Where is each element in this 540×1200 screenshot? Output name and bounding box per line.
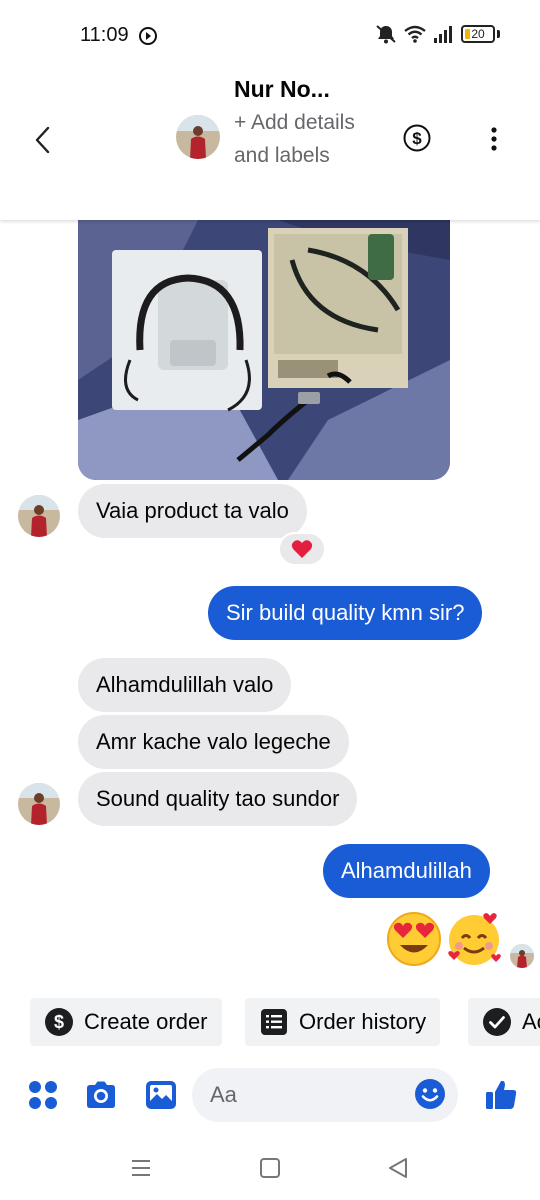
message-text: Sound quality tao sundor: [96, 786, 340, 811]
heart-reaction[interactable]: [278, 532, 326, 566]
home-icon[interactable]: [257, 1156, 283, 1180]
message-bubble-incoming[interactable]: Amr kache valo legeche: [78, 715, 349, 769]
status-time: 11:09: [80, 24, 129, 46]
system-navigation-bar: [0, 1140, 540, 1200]
more-vertical-icon[interactable]: [484, 126, 504, 152]
order-history-button[interactable]: Order history: [245, 998, 441, 1046]
battery-level: 20: [471, 27, 485, 41]
message-text: Vaia product ta valo: [96, 498, 289, 523]
message-bubble-incoming[interactable]: Vaia product ta valo: [78, 484, 307, 538]
thumbs-up-icon[interactable]: [484, 1078, 518, 1112]
more-action-button[interactable]: Ac: [468, 998, 540, 1046]
sender-avatar[interactable]: [18, 783, 60, 825]
message-composer: [0, 1062, 540, 1128]
gallery-icon[interactable]: [144, 1078, 178, 1112]
camera-icon[interactable]: [84, 1078, 118, 1112]
contact-avatar[interactable]: [176, 115, 220, 159]
emoji-icon[interactable]: [414, 1078, 446, 1110]
more-action-label: Ac: [522, 1009, 540, 1034]
heart-icon: [291, 540, 313, 558]
recent-apps-icon[interactable]: [128, 1156, 154, 1180]
smiling-face-with-hearts-emoji[interactable]: [444, 908, 504, 968]
status-bar: 11:09 20: [0, 0, 540, 70]
receipt-icon: [261, 1009, 287, 1035]
dollar-circle-icon[interactable]: $: [403, 124, 431, 152]
chevron-left-icon[interactable]: [28, 122, 58, 158]
create-order-label: Create order: [84, 1009, 208, 1034]
order-history-label: Order history: [299, 1009, 427, 1034]
conversation-header: Nur No... + Add details and labels $: [0, 70, 540, 220]
status-indicators: 20: [375, 24, 500, 44]
message-text: Amr kache valo legeche: [96, 729, 331, 754]
contact-name[interactable]: Nur No...: [234, 76, 330, 103]
svg-text:$: $: [54, 1012, 64, 1032]
wifi-icon: [404, 25, 426, 43]
message-text: Sir build quality kmn sir?: [226, 600, 465, 625]
mute-bell-icon: [376, 25, 396, 44]
signal-icon: [434, 26, 452, 43]
message-bubble-incoming[interactable]: Sound quality tao sundor: [78, 772, 358, 826]
create-order-button[interactable]: $ Create order: [30, 998, 222, 1046]
message-bubble-outgoing[interactable]: Sir build quality kmn sir?: [208, 586, 483, 640]
message-bubble-outgoing[interactable]: Alhamdulillah: [323, 844, 490, 898]
message-photo[interactable]: [78, 220, 450, 480]
message-thread: Vaia product ta valo Sir build quality k…: [0, 220, 540, 990]
dollar-circle-icon: $: [45, 1008, 73, 1036]
quick-actions-bar: $ Create order Order history Ac: [0, 998, 540, 1048]
add-details-link[interactable]: + Add details and labels: [234, 106, 374, 172]
heart-eyes-emoji[interactable]: [384, 908, 444, 968]
message-text: Alhamdulillah valo: [96, 672, 274, 697]
apps-grid-icon[interactable]: [26, 1078, 60, 1112]
back-triangle-icon[interactable]: [386, 1156, 412, 1180]
seen-avatar: [510, 944, 534, 968]
check-circle-icon: [483, 1008, 511, 1036]
message-text: Alhamdulillah: [341, 858, 472, 883]
svg-text:$: $: [412, 129, 422, 148]
timer-icon: [139, 27, 157, 45]
sender-avatar[interactable]: [18, 495, 60, 537]
message-bubble-incoming[interactable]: Alhamdulillah valo: [78, 658, 292, 712]
battery-indicator: 20: [461, 25, 495, 43]
